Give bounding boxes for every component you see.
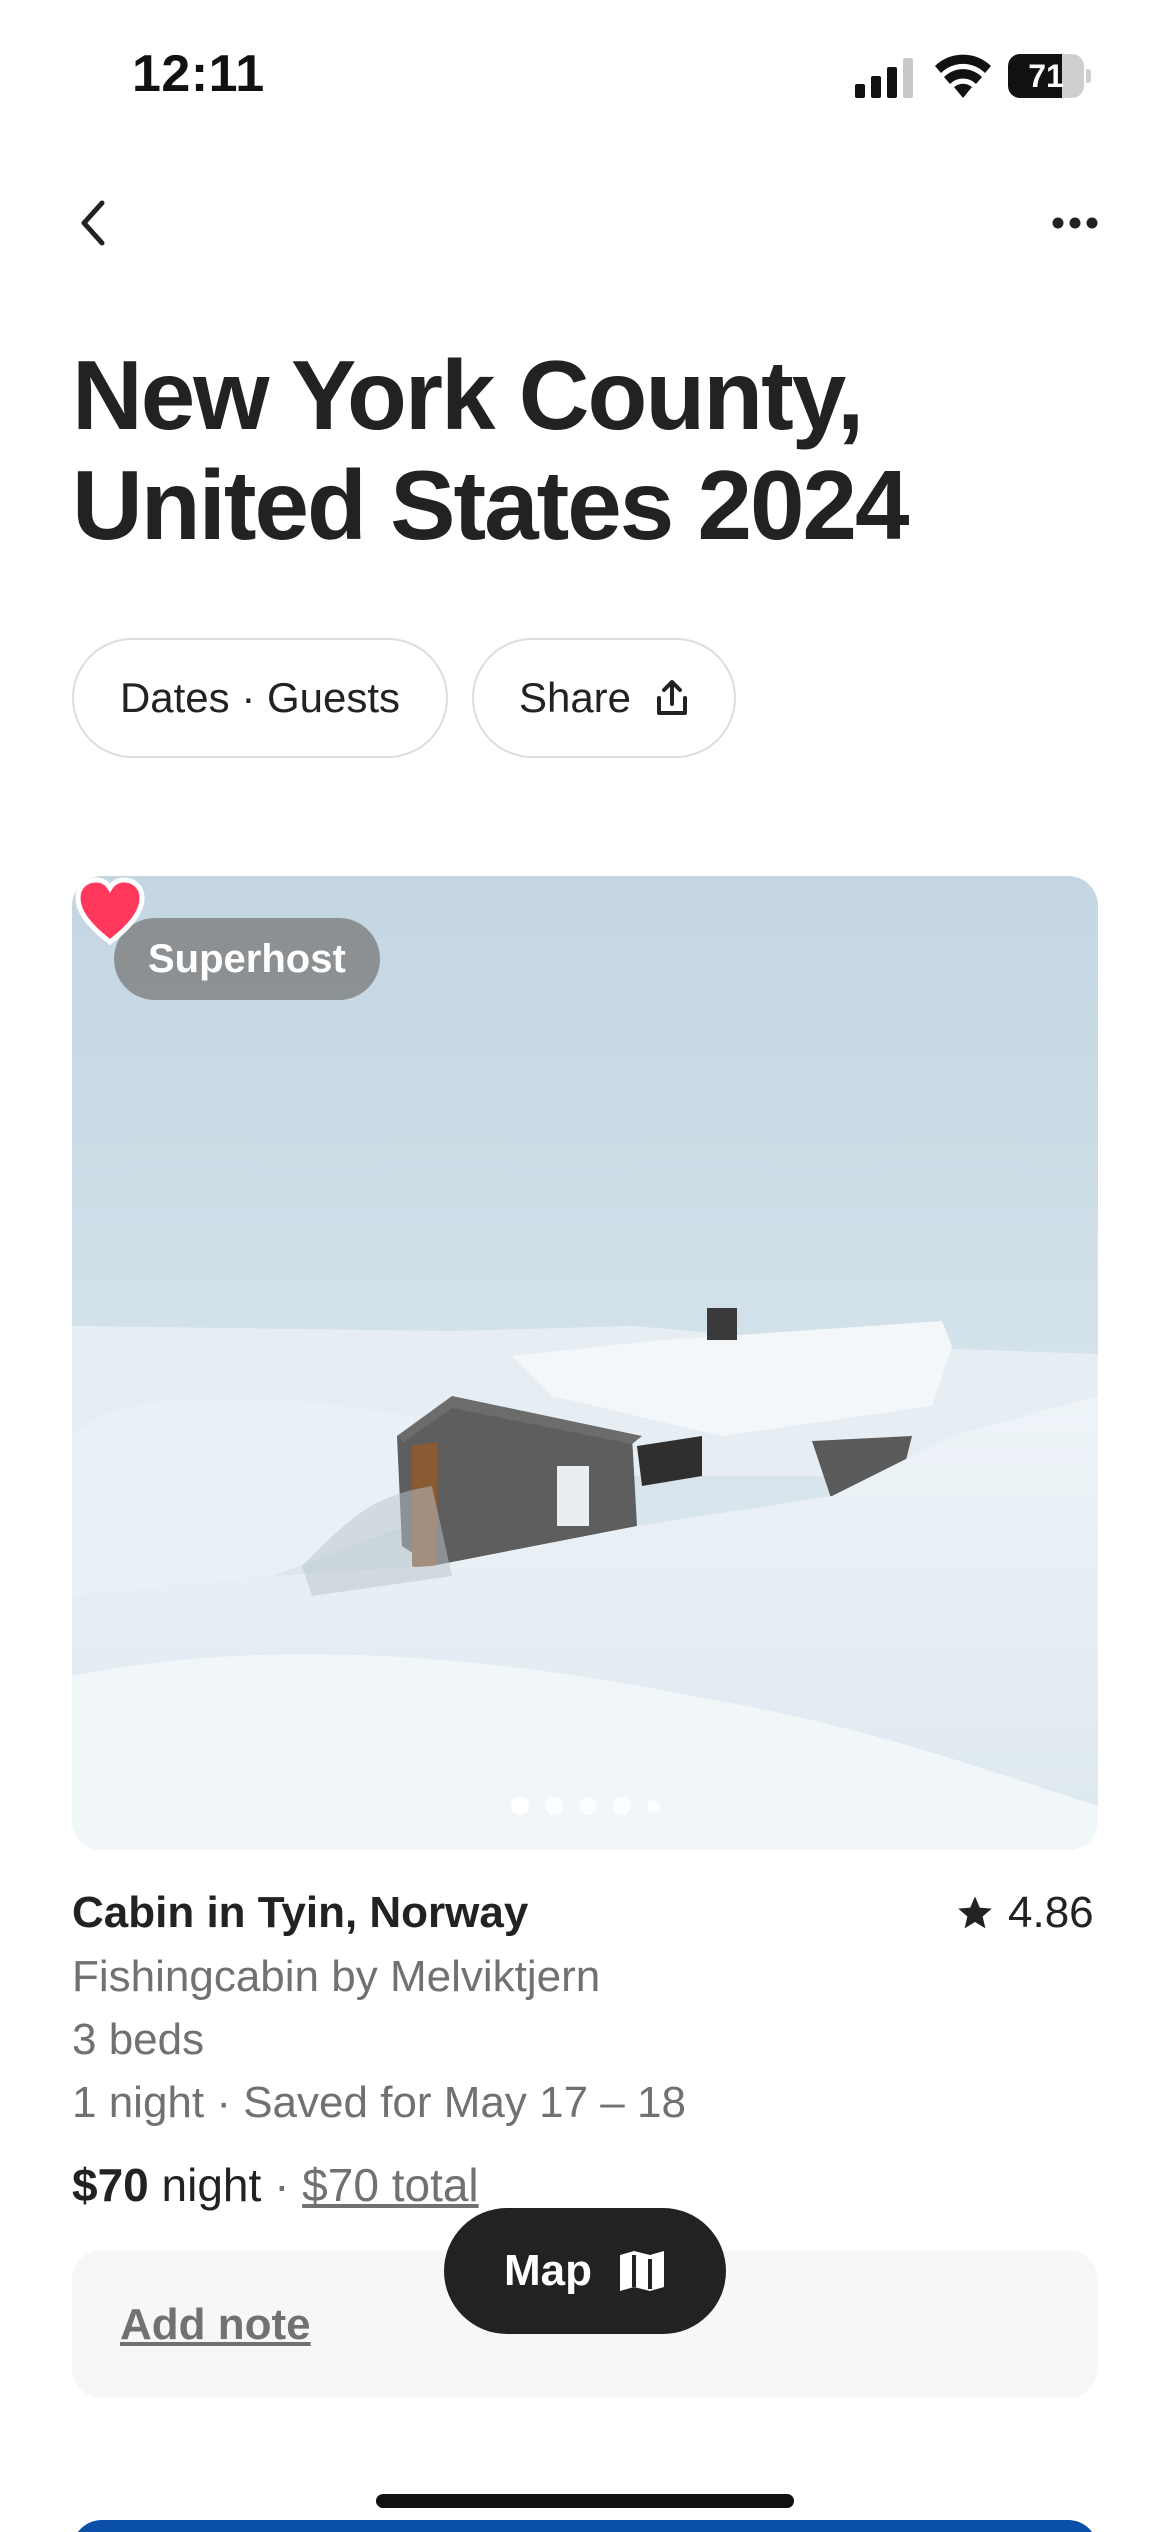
price-amount: $70 [72, 2159, 149, 2211]
superhost-badge: Superhost [114, 918, 380, 1000]
listing-photo[interactable]: Superhost [72, 876, 1098, 1850]
map-icon [620, 2251, 664, 2291]
rating-value: 4.86 [1008, 1888, 1094, 1937]
page-title-line-2: United States 2024 [72, 450, 909, 560]
listing-stay-dates: 1 night · Saved for May 17 – 18 [72, 2078, 686, 2127]
price-unit: night [161, 2159, 262, 2211]
chevron-left-icon [81, 200, 105, 246]
dates-guests-button[interactable]: Dates · Guests [72, 638, 448, 758]
rating: 4.86 [956, 1888, 1094, 1938]
home-indicator [376, 2494, 794, 2508]
dates-guests-label: Dates · Guests [119, 674, 401, 721]
pager-dot [544, 1797, 563, 1815]
photo-pager-dots [72, 1794, 1098, 1818]
share-upload-icon [657, 680, 688, 715]
total-price-link[interactable]: $70 total [302, 2159, 478, 2211]
saved-listing-screen: 12:11 71 New York County, United States … [0, 0, 1170, 2532]
battery-icon: 71 [1008, 54, 1091, 98]
share-button[interactable]: Share [472, 638, 736, 758]
pager-dot [510, 1797, 529, 1815]
page-title: New York County, United States 2024 [72, 340, 1112, 560]
battery-level: 71 [1028, 58, 1064, 94]
bottom-action-bar[interactable] [72, 2520, 1098, 2532]
more-options-button[interactable] [1040, 190, 1110, 256]
map-label: Map [504, 2246, 592, 2295]
star-icon [958, 1896, 992, 1929]
heart-icon[interactable] [72, 876, 148, 946]
add-note-link[interactable]: Add note [120, 2300, 311, 2350]
more-horizontal-icon [1052, 217, 1098, 229]
snow-cabin-photo [72, 876, 1098, 1850]
pager-dot [646, 1799, 660, 1813]
status-bar: 12:11 71 [0, 0, 1170, 150]
share-label: Share [518, 674, 632, 721]
battery-body: 71 [1008, 54, 1084, 98]
status-time: 12:11 [132, 45, 265, 103]
listing-title[interactable]: Cabin in Tyin, Norway [72, 1888, 528, 1938]
back-button[interactable] [60, 190, 126, 256]
listing-beds: 3 beds [72, 2015, 205, 2064]
pager-dot [612, 1797, 631, 1815]
battery-cap [1086, 69, 1091, 83]
map-button[interactable]: Map [444, 2208, 726, 2334]
wifi-icon [935, 54, 991, 98]
listing-subtitle: Fishingcabin by Melviktjern [72, 1952, 601, 2001]
signal-icon [855, 58, 913, 98]
pager-dot [578, 1797, 597, 1815]
price-separator: · [274, 2159, 290, 2211]
price-line: $70 night · $70 total [72, 2158, 479, 2212]
page-title-line-1: New York County, [72, 340, 864, 450]
